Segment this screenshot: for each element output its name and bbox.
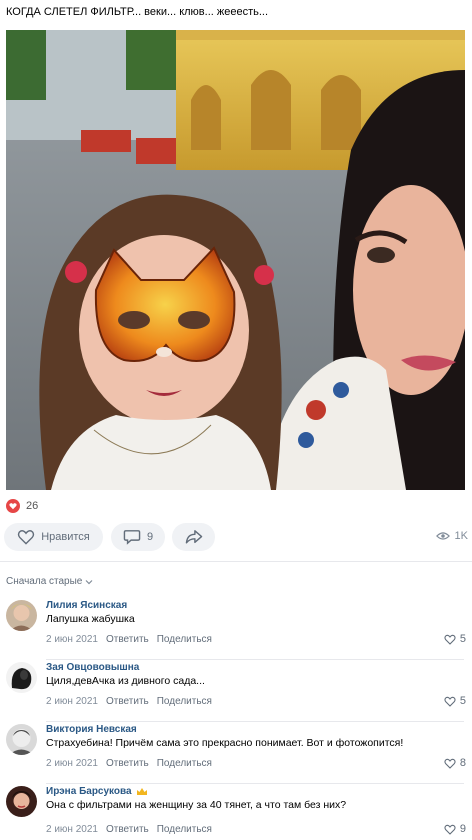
like-button[interactable]: Нравится (4, 523, 103, 551)
comment-author[interactable]: Ирэна Барсукова (46, 786, 148, 797)
comment-like-button[interactable]: 8 (444, 757, 466, 769)
comment-meta: 2 июн 2021 Ответить Поделиться (46, 824, 212, 835)
comment-text: Циля,девАчка из дивного сада... (46, 675, 205, 687)
comment-item: Лилия Ясинская Лапушка жабушка 2 июн 202… (0, 598, 472, 660)
comment-like-count: 8 (459, 757, 466, 769)
crown-icon (136, 788, 147, 795)
share-link[interactable]: Поделиться (157, 634, 212, 645)
reply-link[interactable]: Ответить (106, 696, 149, 707)
comment-icon (123, 530, 141, 545)
sort-label: Сначала старые (6, 576, 83, 587)
comments-sort-dropdown[interactable]: Сначала старые (6, 576, 93, 587)
heart-outline-icon (444, 758, 456, 769)
like-label: Нравится (41, 531, 90, 543)
eye-icon (435, 532, 450, 540)
divider (0, 561, 472, 562)
reply-link[interactable]: Ответить (106, 824, 149, 835)
comments-count: 9 (146, 531, 154, 543)
heart-outline-icon (18, 530, 35, 545)
comment-like-button[interactable]: 9 (444, 823, 466, 835)
reply-link[interactable]: Ответить (106, 634, 149, 645)
views-count: 1K (454, 530, 468, 542)
post-text: КОГДА СЛЕТЕЛ ФИЛЬТР... веки... клюв... ж… (6, 6, 269, 18)
comment-like-button[interactable]: 5 (444, 695, 466, 707)
heart-outline-icon (444, 634, 456, 645)
heart-outline-icon (444, 696, 456, 707)
avatar[interactable] (6, 600, 37, 631)
share-link[interactable]: Поделиться (157, 824, 212, 835)
heart-icon (6, 499, 20, 513)
avatar[interactable] (6, 662, 37, 693)
avatar[interactable] (6, 724, 37, 755)
comment-item: Виктория Невская Страхуебина! Причём сам… (0, 722, 472, 784)
comment-like-count: 5 (459, 633, 466, 645)
chevron-down-icon (85, 579, 93, 584)
comment-text: Страхуебина! Причём сама это прекрасно п… (46, 737, 404, 749)
comment-like-count: 5 (459, 695, 466, 707)
reactions-count: 26 (26, 500, 39, 512)
post-video[interactable] (6, 30, 465, 490)
post-actions: Нравится 9 1K (4, 523, 468, 551)
comment-text: Она с фильтрами на женщину за 40 тянет, … (46, 799, 347, 811)
share-icon (185, 530, 202, 544)
comment-date[interactable]: 2 июн 2021 (46, 824, 98, 835)
comment-date[interactable]: 2 июн 2021 (46, 634, 98, 645)
share-link[interactable]: Поделиться (157, 758, 212, 769)
share-button[interactable] (172, 523, 215, 551)
share-link[interactable]: Поделиться (157, 696, 212, 707)
views-counter: 1K (435, 530, 468, 542)
comment-date[interactable]: 2 июн 2021 (46, 696, 98, 707)
comment-date[interactable]: 2 июн 2021 (46, 758, 98, 769)
comment-author[interactable]: Виктория Невская (46, 724, 137, 735)
comment-item: Зая Овцововышна Циля,девАчка из дивного … (0, 660, 472, 722)
comment-like-button[interactable]: 5 (444, 633, 466, 645)
comment-author[interactable]: Зая Овцововышна (46, 662, 139, 673)
comment-like-count: 9 (459, 823, 466, 835)
heart-outline-icon (444, 824, 456, 835)
comment-button[interactable]: 9 (111, 523, 165, 551)
comment-meta: 2 июн 2021 Ответить Поделиться (46, 634, 212, 645)
avatar[interactable] (6, 786, 37, 817)
comment-author[interactable]: Лилия Ясинская (46, 600, 127, 611)
comment-text: Лапушка жабушка (46, 613, 135, 625)
comment-meta: 2 июн 2021 Ответить Поделиться (46, 696, 212, 707)
video-frame (6, 30, 465, 490)
comment-item: Ирэна Барсукова Она с фильтрами на женщи… (0, 784, 472, 840)
reply-link[interactable]: Ответить (106, 758, 149, 769)
comment-meta: 2 июн 2021 Ответить Поделиться (46, 758, 212, 769)
reactions-summary[interactable]: 26 (6, 499, 38, 513)
